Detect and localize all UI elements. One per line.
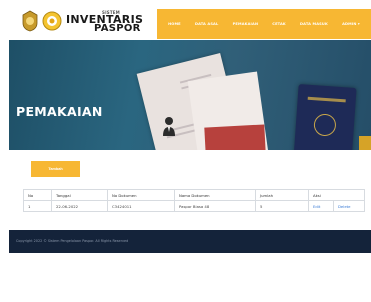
nav-item-cetak[interactable]: CETAK (272, 22, 286, 26)
column-header-nama-dokumen: Nama Dokumen (174, 189, 256, 201)
column-header-tanggal: Tanggal (51, 189, 108, 201)
cell-edit: Edit (308, 200, 334, 212)
logo[interactable]: SISTEM INVENTARIS PASPOR (14, 10, 157, 34)
nav-item-data-asal[interactable]: DATA ASAL (195, 22, 218, 26)
cell-jumlah: 5 (255, 200, 309, 212)
cell-no-dokumen: C3424011 (107, 200, 175, 212)
delete-link[interactable]: Delete (338, 204, 350, 209)
hero-passport-image (359, 136, 371, 150)
header: SISTEM INVENTARIS PASPOR HOME DATA ASAL … (0, 0, 371, 40)
hero-passport-image (293, 84, 357, 150)
column-header-no: No (23, 189, 52, 201)
nav-item-home[interactable]: HOME (168, 22, 181, 26)
cell-no: 1 (23, 200, 52, 212)
table-header-row: No Tanggal No Dokumen Nama Dokumen Jumla… (23, 189, 365, 201)
nav-item-admin[interactable]: ADMIN ▾ (342, 22, 360, 26)
cell-nama-dokumen: Paspor Biasa 48 (174, 200, 256, 212)
main-content: Tambah No Tanggal No Dokumen Nama Dokume… (9, 150, 371, 230)
seal-icon (22, 10, 38, 32)
cell-tanggal: 22-06-2022 (51, 200, 108, 212)
brand-title-line2: PASPOR (94, 23, 141, 34)
cell-delete: Delete (333, 200, 365, 212)
edit-link[interactable]: Edit (313, 204, 320, 209)
usage-table: No Tanggal No Dokumen Nama Dokumen Jumla… (23, 189, 365, 212)
table-row: 1 22-06-2022 C3424011 Paspor Biasa 48 5 … (23, 200, 365, 212)
hero-passport-image (204, 124, 266, 150)
column-header-jumlah: Jumlah (255, 189, 309, 201)
person-icon (163, 117, 175, 136)
main-nav: HOME DATA ASAL PEMAKAIAN CETAK DATA MASU… (157, 9, 371, 39)
column-header-aksi: Aksi (308, 189, 365, 201)
nav-item-pemakaian[interactable]: PEMAKAIAN (233, 22, 259, 26)
column-header-no-dokumen: No Dokumen (107, 189, 175, 201)
badge-icon (42, 11, 62, 31)
add-button[interactable]: Tambah (31, 161, 80, 177)
hero-banner: PEMAKAIAN (9, 40, 371, 150)
footer-copyright: Copyright 2022 © Sistem Pengelolaan Pasp… (16, 239, 129, 243)
footer: Copyright 2022 © Sistem Pengelolaan Pasp… (9, 230, 371, 253)
nav-item-data-masuk[interactable]: DATA MASUK (300, 22, 328, 26)
page-title: PEMAKAIAN (16, 104, 103, 119)
